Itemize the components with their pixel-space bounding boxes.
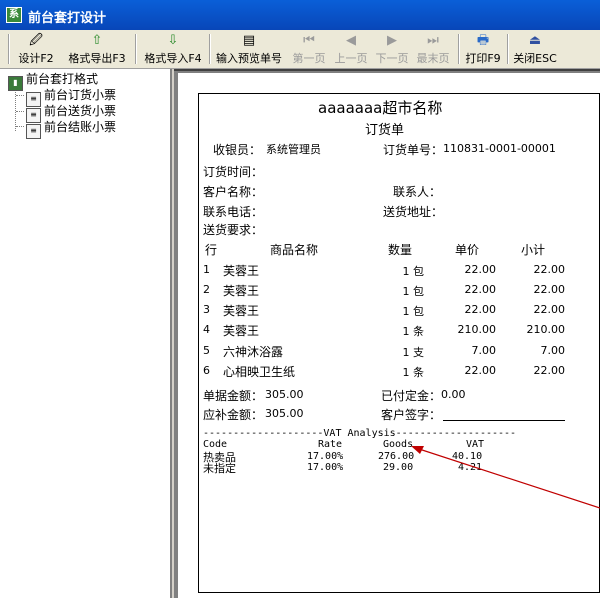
annotation-arrow bbox=[411, 446, 600, 509]
arrow-shaft bbox=[415, 447, 600, 509]
